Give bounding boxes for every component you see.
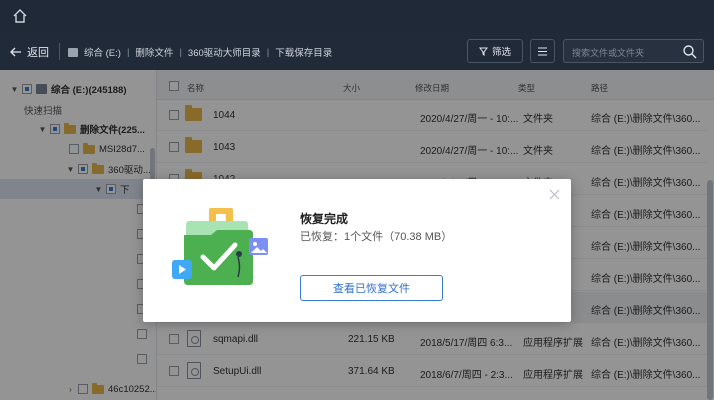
arrow-left-icon — [10, 47, 21, 57]
nav-bar: 返回 综合 (E:) | 删除文件 | 360驱动大师目录 | 下载保存目录 筛… — [0, 33, 714, 70]
divider — [59, 43, 60, 60]
back-label: 返回 — [27, 47, 49, 59]
breadcrumb-item-drive[interactable]: 综合 (E:) — [84, 45, 121, 59]
search-input[interactable]: 搜索文件或文件夹 — [563, 39, 704, 63]
close-icon[interactable] — [549, 189, 560, 200]
breadcrumb-item-360[interactable]: 360驱动大师目录 — [188, 45, 261, 59]
home-icon[interactable] — [12, 8, 28, 24]
recovery-complete-dialog: 恢复完成 已恢复：1个文件（70.38 MB） 查看已恢复文件 — [143, 179, 571, 322]
recovery-status: 已恢复：1个文件（70.38 MB） — [300, 231, 453, 243]
recovery-success-illustration — [172, 208, 268, 285]
dialog-title: 恢复完成 — [300, 212, 349, 226]
title-bar — [0, 0, 714, 33]
filter-label: 筛选 — [491, 47, 511, 58]
chevron-right-icon: | — [179, 46, 182, 58]
filter-icon — [478, 47, 488, 56]
search-placeholder: 搜索文件或文件夹 — [572, 48, 645, 58]
chevron-right-icon: | — [126, 46, 130, 58]
breadcrumb-item-deleted[interactable]: 删除文件 — [135, 45, 173, 59]
breadcrumb: 综合 (E:) | 删除文件 | 360驱动大师目录 | 下载保存目录 — [68, 45, 332, 59]
view-menu-button[interactable] — [530, 39, 555, 63]
view-recovered-files-button[interactable]: 查看已恢复文件 — [300, 275, 443, 301]
search-icon[interactable] — [682, 44, 697, 59]
filter-button[interactable]: 筛选 — [467, 39, 523, 63]
drive-icon — [68, 47, 78, 57]
chevron-right-icon: | — [266, 46, 270, 58]
list-icon — [538, 46, 547, 56]
back-button[interactable]: 返回 — [10, 44, 49, 60]
breadcrumb-item-download[interactable]: 下载保存目录 — [275, 45, 332, 59]
